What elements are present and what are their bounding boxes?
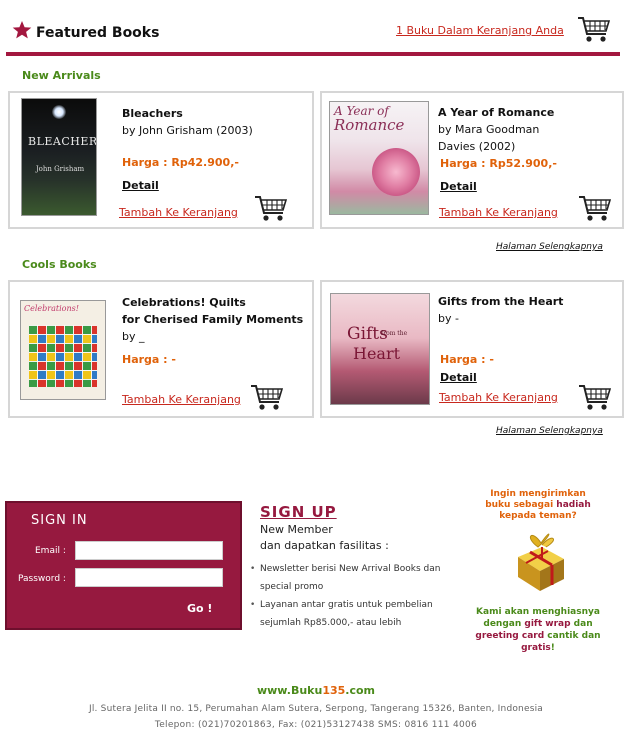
promo-highlight: gift wrap (524, 619, 571, 629)
promo-text: cantik dan (544, 631, 601, 641)
book-author: by - (438, 312, 459, 325)
promo-highlight: gratis (521, 643, 551, 653)
book-card-gifts-from-the-heart: Gifts from the Heart Gifts from the Hear… (320, 280, 624, 418)
add-to-cart-link[interactable]: Tambah Ke Keranjang (122, 393, 241, 406)
cover-title: Celebrations! (24, 304, 79, 313)
signup-benefits-list: Newsletter berisi New Arrival Books dan … (250, 560, 460, 632)
cart-status-link[interactable]: 1 Buku Dalam Keranjang Anda (396, 24, 564, 37)
header-divider (6, 52, 620, 56)
add-to-cart-link[interactable]: Tambah Ke Keranjang (439, 391, 558, 404)
signup-description: dan dapatkan fasilitas : (260, 539, 389, 552)
cover-author: John Grisham (35, 165, 85, 173)
email-label: Email : (35, 546, 66, 556)
book-author: by John Grisham (2003) (122, 124, 253, 137)
gift-promo-offer: Kami akan menghiasnya dengan gift wrap d… (470, 606, 606, 654)
book-card-celebrations-quilts: Celebrations! Celebrations! Quilts for C… (8, 280, 314, 418)
book-title[interactable]: Bleachers (122, 105, 183, 122)
add-to-cart-link[interactable]: Tambah Ke Keranjang (439, 206, 558, 219)
cover-title: BLEACHERS (28, 135, 97, 148)
footer-brand[interactable]: www.Buku135.com (0, 684, 632, 697)
list-item: Layanan antar gratis untuk pembelian sej… (250, 596, 460, 632)
book-cover-a-year-of-romance[interactable]: A Year of Romance (329, 101, 429, 215)
detail-link[interactable]: Detail (440, 180, 477, 193)
book-cover-gifts-from-the-heart[interactable]: Gifts from the Heart (330, 293, 430, 405)
go-button[interactable]: Go ! (187, 602, 212, 615)
list-item: Newsletter berisi New Arrival Books dan … (250, 560, 460, 596)
shopping-cart-icon[interactable] (250, 383, 284, 411)
more-new-arrivals-link[interactable]: Halaman Selengkapnya (496, 242, 603, 252)
book-price: Harga : - (440, 353, 494, 366)
signup-subtitle: New Member (260, 523, 333, 536)
cover-title-c: Heart (353, 344, 401, 363)
book-card-a-year-of-romance: A Year of Romance A Year of Romance by M… (320, 91, 624, 229)
promo-text: ! (550, 643, 555, 653)
signin-title: SIGN IN (31, 513, 88, 528)
page-title: Featured Books (36, 25, 160, 41)
section-title-cools-books: Cools Books (22, 258, 97, 271)
book-cover-bleachers[interactable]: BLEACHERS John Grisham (21, 98, 97, 216)
rose-image (372, 148, 420, 196)
promo-highlight: greeting card (475, 631, 545, 641)
detail-link[interactable]: Detail (440, 371, 477, 384)
book-author: by _ (122, 330, 145, 343)
add-to-cart-link[interactable]: Tambah Ke Keranjang (119, 206, 238, 219)
stadium-light (52, 105, 66, 119)
shopping-cart-icon[interactable] (578, 383, 612, 411)
cover-title-b: from the (381, 330, 408, 337)
password-field[interactable] (75, 568, 223, 587)
star-icon (12, 21, 32, 39)
signup-link[interactable]: SIGN UP (260, 503, 337, 521)
footer-contact: Telepon: (021)70201863, Fax: (021)531274… (154, 720, 478, 730)
brand-text: .com (345, 684, 375, 697)
book-author: by Mara Goodman (438, 123, 540, 136)
promo-text: kepada teman? (499, 511, 577, 521)
promo-text: dan (570, 619, 593, 629)
brand-number: 135 (322, 684, 346, 697)
shopping-cart-icon[interactable] (577, 15, 611, 43)
book-cover-celebrations[interactable]: Celebrations! (20, 300, 106, 400)
shopping-cart-icon[interactable] (578, 194, 612, 222)
shopping-cart-icon[interactable] (254, 194, 288, 222)
book-price: Harga : Rp42.900,- (122, 156, 239, 169)
book-title-continued[interactable]: for Cherised Family Moments (122, 311, 303, 328)
book-title[interactable]: Celebrations! Quilts (122, 294, 246, 311)
gift-box-icon (518, 533, 564, 591)
detail-link[interactable]: Detail (122, 179, 159, 192)
more-cools-books-link[interactable]: Halaman Selengkapnya (496, 426, 603, 436)
cover-title-b: Romance (334, 116, 405, 134)
book-price: Harga : Rp52.900,- (440, 157, 557, 170)
email-field[interactable] (75, 541, 223, 560)
gift-promo-question: Ingin mengirimkan buku sebagai hadiah ke… (478, 489, 598, 522)
password-label: Password : (18, 574, 66, 584)
footer-address: Jl. Sutera Jelita II no. 15, Perumahan A… (88, 704, 544, 714)
book-title[interactable]: A Year of Romance (438, 104, 554, 121)
quilt-image (29, 325, 97, 387)
brand-text: www.Buku (256, 684, 323, 697)
book-title[interactable]: Gifts from the Heart (438, 293, 563, 310)
promo-highlight: hadiah (556, 500, 591, 510)
signin-box: SIGN IN Email : Password : Go ! (5, 501, 242, 630)
section-title-new-arrivals: New Arrivals (22, 69, 101, 82)
book-card-bleachers: BLEACHERS John Grisham Bleachers by John… (8, 91, 314, 229)
book-price: Harga : - (122, 353, 176, 366)
book-author-continued: Davies (2002) (438, 140, 516, 153)
